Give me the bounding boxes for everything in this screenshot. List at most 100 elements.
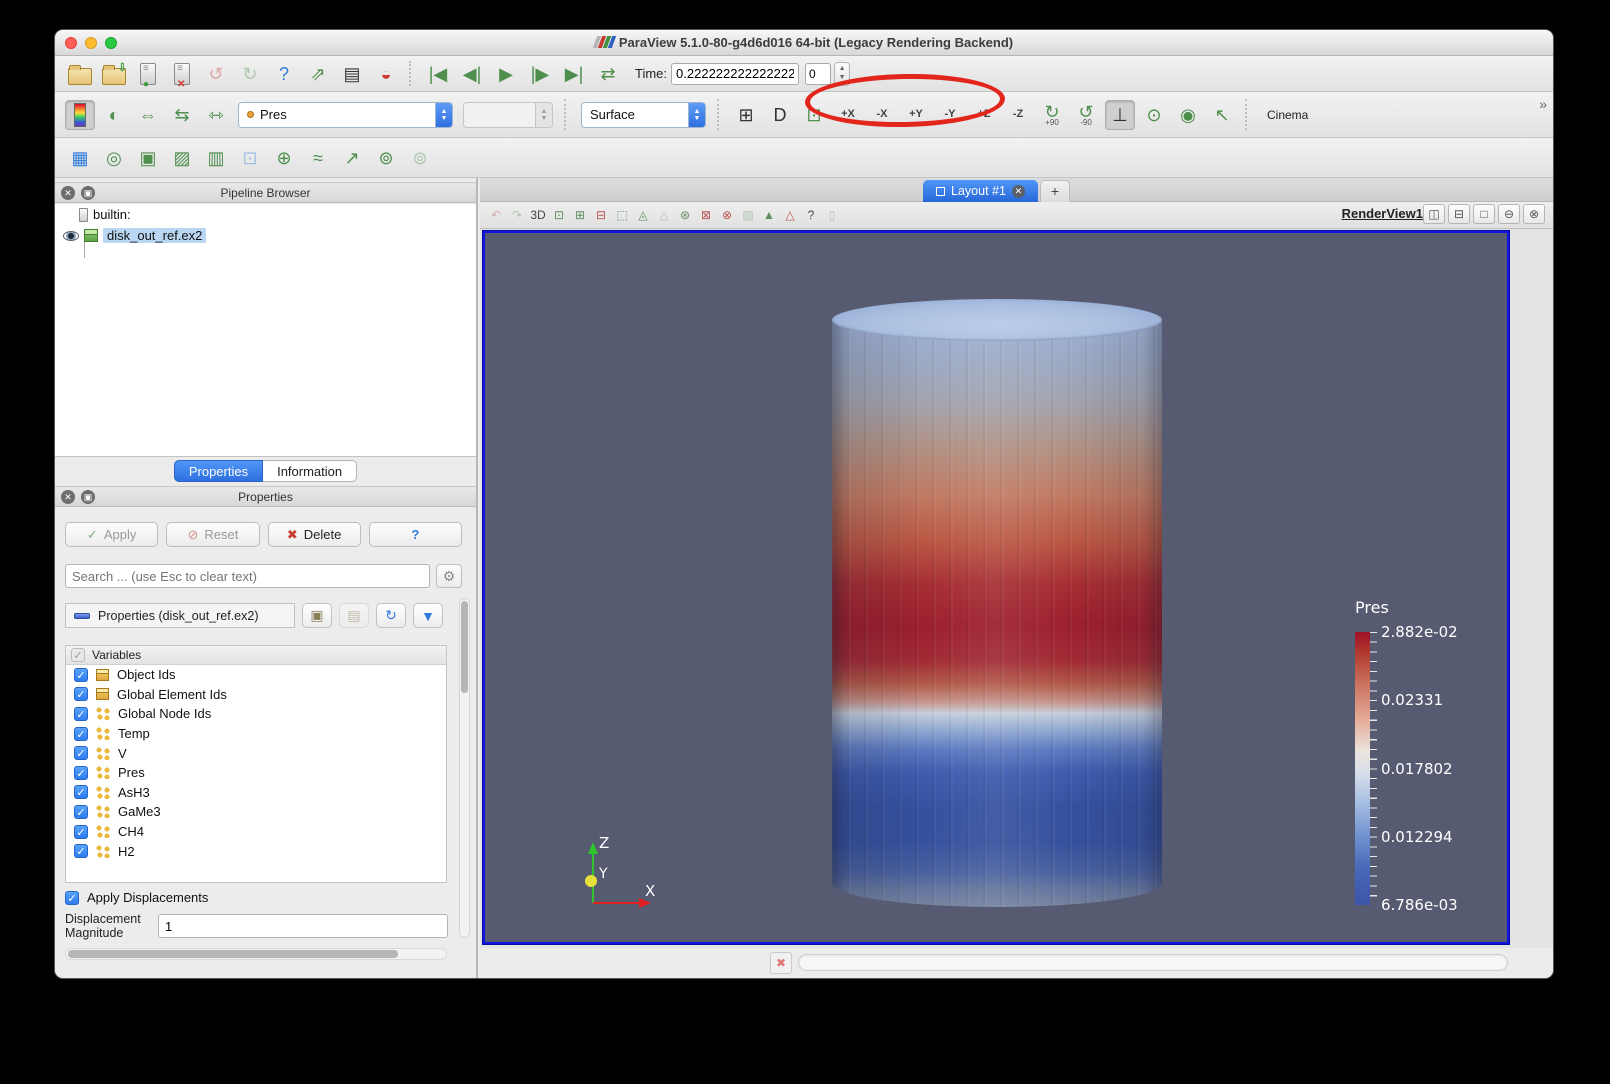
select-frustum-cells-icon[interactable]: ◬ [633,205,653,225]
probe-location-icon[interactable]: △ [780,205,800,225]
variables-header-checkbox[interactable]: ✓ [71,648,85,662]
render-viewport[interactable]: Pres 2.882e-020.023310.0178020.0122946.7… [483,231,1509,944]
disconnect-server-icon[interactable]: ✕ [167,59,197,89]
open-file-icon[interactable] [65,59,95,89]
render-view-title[interactable]: RenderView1 [1342,206,1423,221]
variable-row-game3[interactable]: ✓GaMe3 [66,802,446,822]
color-array-combo[interactable]: Pres ▲▼ [238,102,453,128]
variable-row-v[interactable]: ✓V [66,743,446,763]
set-view-minus-z-icon[interactable]: -Z [1003,100,1033,130]
select-points-on-icon[interactable]: ⊟ [591,205,611,225]
save-data-icon[interactable]: ⇩ [99,59,129,89]
scrollbar-thumb[interactable] [68,950,398,958]
calculator-icon[interactable]: ▦ [65,143,95,173]
set-view-plus-x-icon[interactable]: +X [833,100,863,130]
rotate-90-cw-icon[interactable]: ↻+90 [1037,100,1067,130]
connect-server-icon[interactable]: ● [133,59,163,89]
variable-checkbox[interactable]: ✓ [74,746,88,760]
threshold-icon[interactable]: ▥ [201,143,231,173]
selection-help-icon[interactable]: ? [801,205,821,225]
clear-selection-icon[interactable]: ▯ [822,205,842,225]
edit-color-map-icon[interactable] [65,100,95,130]
variable-checkbox[interactable]: ✓ [74,687,88,701]
group-datasets-icon[interactable]: ⊚ [371,143,401,173]
help-button[interactable]: ? [369,522,462,547]
properties-section-header[interactable]: Properties (disk_out_ref.ex2) [65,603,295,628]
close-dock-icon[interactable]: ✕ [61,490,75,504]
variable-row-ash3[interactable]: ✓AsH3 [66,783,446,803]
variable-row-h2[interactable]: ✓H2 [66,841,446,861]
ungroup-icon[interactable]: ⊚ [405,143,435,173]
screenshot-selection-icon[interactable]: ▤ [337,59,367,89]
float-dock-icon[interactable]: ▣ [81,186,95,200]
pick-center-icon[interactable]: ↖ [1207,100,1237,130]
clip-icon[interactable]: ▣ [133,143,163,173]
extract-subset-icon[interactable]: ⊡ [235,143,265,173]
undo-icon[interactable]: ↺ [201,59,231,89]
close-dock-icon[interactable]: ✕ [61,186,75,200]
variable-row-global-node-ids[interactable]: ✓Global Node Ids [66,704,446,724]
color-palette-icon[interactable]: ◒ [371,59,401,89]
variable-checkbox[interactable]: ✓ [74,707,88,721]
maximize-view-button[interactable]: □ [1473,204,1495,224]
save-defaults-button[interactable]: ▼ [413,603,443,628]
grow-selection-icon[interactable]: ▲ [759,205,779,225]
time-value-field[interactable] [671,63,799,85]
delete-button[interactable]: ✖Delete [268,522,361,547]
variable-row-temp[interactable]: ✓Temp [66,724,446,744]
previous-frame-button[interactable]: ◀| [457,59,487,89]
help-icon[interactable]: ? [269,59,299,89]
variable-row-ch4[interactable]: ✓CH4 [66,822,446,842]
split-vertical-button[interactable]: ⊟ [1448,204,1470,224]
variable-checkbox[interactable]: ✓ [74,668,88,682]
stream-tracer-icon[interactable]: ≈ [303,143,333,173]
pipeline-item-disk-out-ref[interactable]: disk_out_ref.ex2 [55,225,476,246]
component-combo[interactable]: ▲▼ [463,102,553,128]
close-view-button[interactable]: ⊗ [1523,204,1545,224]
apply-button[interactable]: ✓Apply [65,522,158,547]
search-input[interactable] [65,564,430,588]
interactive-select-points-icon[interactable]: ⊗ [717,205,737,225]
pipeline-item-builtin[interactable]: builtin: [55,204,476,225]
next-frame-button[interactable]: |▶ [525,59,555,89]
float-dock-icon[interactable]: ▣ [81,490,95,504]
set-view-minus-x-icon[interactable]: -X [867,100,897,130]
variable-checkbox[interactable]: ✓ [74,785,88,799]
contour-icon[interactable]: ◎ [99,143,129,173]
visibility-eye-icon[interactable] [63,231,79,241]
variable-row-object-ids[interactable]: ✓Object Ids [66,665,446,685]
rescale-data-range-icon[interactable]: ⇔ [133,100,163,130]
variable-checkbox[interactable]: ✓ [74,805,88,819]
show-center-icon[interactable]: ⊙ [1139,100,1169,130]
apply-displacements-row[interactable]: ✓ Apply Displacements [65,890,208,905]
tab-information[interactable]: Information [263,460,357,482]
float-view-button[interactable]: ⊖ [1498,204,1520,224]
loop-button[interactable]: ⇄ [593,59,623,89]
set-view-plus-z-icon[interactable]: +Z [969,100,999,130]
close-layout-icon[interactable]: ✕ [1012,185,1025,198]
time-step-field[interactable] [805,63,831,85]
color-legend[interactable]: Pres 2.882e-020.023310.0178020.0122946.7… [1342,598,1502,918]
toolbar-overflow-chevron[interactable]: » [1539,96,1547,112]
camera-undo-icon[interactable]: ↶ [486,205,506,225]
warp-by-vector-icon[interactable]: ↗ [337,143,367,173]
select-frustum-points-icon[interactable]: △ [654,205,674,225]
select-block-icon[interactable]: ⊛ [675,205,695,225]
glyph-filter-icon[interactable]: ⊕ [269,143,299,173]
variable-checkbox[interactable]: ✓ [74,825,88,839]
first-frame-button[interactable]: |◀ [423,59,453,89]
displacement-magnitude-field[interactable] [158,914,448,938]
split-horizontal-button[interactable]: ◫ [1423,204,1445,224]
camera-redo-icon[interactable]: ↷ [507,205,527,225]
search-options-gear-icon[interactable]: ⚙ [436,564,462,588]
set-view-minus-y-icon[interactable]: -Y [935,100,965,130]
redo-icon[interactable]: ↻ [235,59,265,89]
play-button[interactable]: ▶ [491,59,521,89]
variable-checkbox[interactable]: ✓ [74,727,88,741]
dataset-surface[interactable] [832,320,1162,907]
rotate-90-ccw-icon[interactable]: ↺-90 [1071,100,1101,130]
reset-camera-icon[interactable]: ⊞ [731,100,761,130]
representation-combo[interactable]: Surface ▲▼ [581,102,706,128]
reset-center-icon[interactable]: ◉ [1173,100,1203,130]
time-step-spinner[interactable]: ▲▼ [834,62,850,86]
